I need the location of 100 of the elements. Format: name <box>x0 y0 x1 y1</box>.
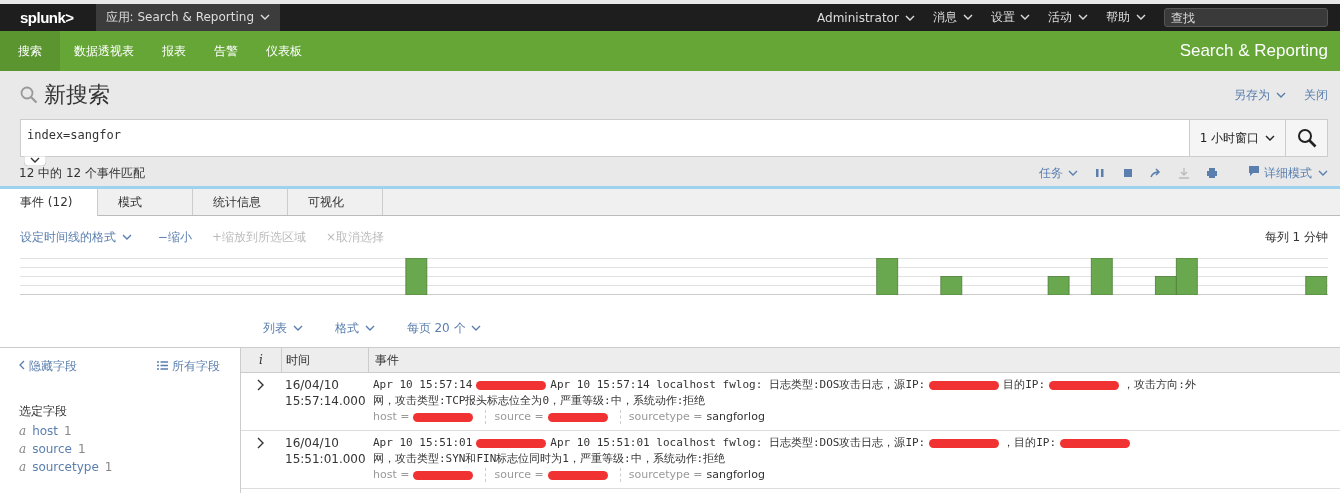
job-menu[interactable]: 任务 <box>1038 164 1079 182</box>
tab[interactable]: 事件 (12) <box>0 189 98 216</box>
search-field[interactable]: 查找 <box>1164 8 1328 27</box>
nav-item[interactable]: 数据透视表 <box>60 31 148 71</box>
field-key: source = <box>494 468 544 482</box>
timeline-scale: 每列 1 分钟 <box>1264 228 1328 246</box>
field-key: sourcetype = <box>628 468 703 482</box>
redaction-mark <box>413 470 474 480</box>
all-fields-link[interactable]: 所有字段 <box>157 358 220 375</box>
print-icon[interactable] <box>1206 167 1219 179</box>
expand-row-icon[interactable] <box>257 437 265 449</box>
event-date: 16/04/10 <box>285 377 340 393</box>
redaction-mark <box>929 380 1000 390</box>
chevron-down-icon <box>904 14 915 22</box>
field-value[interactable]: sangforlog <box>706 468 765 482</box>
timeline-histogram[interactable] <box>20 258 1328 295</box>
search-icon <box>20 86 38 104</box>
field-key: host = <box>373 410 410 424</box>
results-option-menu[interactable]: 格式 <box>334 319 375 337</box>
chevron-down-icon <box>1318 169 1328 177</box>
redaction-mark <box>476 380 547 390</box>
top-menu[interactable]: 消息 <box>932 9 973 26</box>
field-link[interactable]: sourcetype <box>32 460 99 474</box>
chevron-down-icon <box>1276 91 1286 99</box>
tab[interactable]: 统计信息 <box>193 189 288 215</box>
redaction-mark <box>413 412 474 422</box>
field-link[interactable]: host <box>32 424 59 438</box>
redaction-mark <box>1060 438 1131 448</box>
nav-item[interactable]: 告警 <box>200 31 252 71</box>
match-count: 12 中的 12 个事件匹配 <box>19 164 145 182</box>
nav-item[interactable]: 报表 <box>148 31 200 71</box>
pause-icon[interactable] <box>1094 167 1107 179</box>
event-text: 目的IP: <box>1003 378 1046 391</box>
share-icon[interactable] <box>1150 167 1163 179</box>
stop-icon[interactable] <box>1122 167 1135 179</box>
timeline-format-menu[interactable]: 设定时间线的格式 <box>20 228 132 246</box>
chevron-down-icon <box>471 324 482 332</box>
results-option-menu[interactable]: 列表 <box>263 319 303 337</box>
redaction-mark <box>476 438 547 448</box>
app-menu[interactable]: 应用: Search & Reporting <box>95 4 280 31</box>
event-text: Apr 10 15:57:14 <box>373 378 473 391</box>
column-header: 事件 <box>368 348 1340 372</box>
section-heading: 选定字段 <box>19 403 68 420</box>
chevron-left-icon <box>19 360 25 370</box>
field-link[interactable]: source <box>32 442 72 456</box>
field-count: 1 <box>104 460 113 474</box>
chevron-down-icon <box>292 324 303 332</box>
page-title: 新搜索 <box>44 81 110 109</box>
chevron-down-icon <box>259 14 270 21</box>
mode-menu[interactable]: 详细模式 <box>1248 164 1328 182</box>
tab[interactable]: 可视化 <box>288 189 383 215</box>
field-key: source = <box>494 410 544 424</box>
event-text: Apr 10 15:57:14 localhost fwlog: 日志类型:DOS攻击日志，源IP: <box>550 378 926 391</box>
redaction-mark <box>1049 380 1120 390</box>
event-text: 网，攻击类型:TCP报头标志位全为0，严重等级:中，系统动作:拒绝 <box>373 394 706 407</box>
field-count: 1 <box>78 442 86 456</box>
column-header: i <box>258 353 264 367</box>
event-text: ，攻击方向:外 <box>1123 378 1196 391</box>
tab[interactable]: 模式 <box>98 189 193 215</box>
chevron-down-icon <box>962 14 973 21</box>
chevron-down-icon <box>1068 169 1079 177</box>
field-type-glyph: a <box>19 424 27 438</box>
event-time: 15:57:14.000 <box>285 393 367 409</box>
chevron-down-icon <box>1136 14 1146 21</box>
chevron-down-icon <box>1020 14 1031 21</box>
chevron-down-icon <box>1078 14 1089 21</box>
splunk-logo[interactable]: splunk> <box>0 9 96 26</box>
chevron-down-icon <box>364 324 375 332</box>
event-text: Apr 10 15:51:01 localhost fwlog: 日志类型:DOS攻击日志，源IP: <box>550 436 926 449</box>
header-action[interactable]: 关闭 <box>1304 86 1328 104</box>
speech-bubble-icon <box>1248 164 1261 177</box>
field-value[interactable]: sangforlog <box>706 410 765 424</box>
chevron-down-icon <box>121 233 132 241</box>
redaction-mark <box>929 438 1000 448</box>
redaction-mark <box>547 470 608 480</box>
expand-row-icon[interactable] <box>257 379 265 391</box>
timeline-action[interactable]: −缩小 <box>157 228 192 246</box>
nav-item[interactable]: 仪表板 <box>252 31 316 71</box>
event-text: ，目的IP: <box>1003 436 1057 449</box>
redaction-mark <box>547 412 608 422</box>
hide-fields-link[interactable]: 隐藏字段 <box>19 358 77 375</box>
event-text: 网，攻击类型:SYN和FIN标志位同时为1，严重等级:中，系统动作:拒绝 <box>373 452 726 465</box>
header-action[interactable]: 另存为 <box>1234 86 1286 104</box>
column-header[interactable]: 时间 <box>281 348 368 372</box>
nav-item[interactable]: 搜索 <box>0 31 60 71</box>
top-menu[interactable]: 帮助 <box>1106 9 1146 26</box>
field-count: 1 <box>64 424 72 438</box>
field-key: host = <box>373 468 410 482</box>
event-time: 15:51:01.000 <box>285 451 367 467</box>
app-title: Search & Reporting <box>1179 41 1328 61</box>
field-type-glyph: a <box>19 460 27 474</box>
event-text: Apr 10 15:51:01 <box>373 436 473 449</box>
top-menu[interactable]: Administrator <box>817 10 915 25</box>
results-option-menu[interactable]: 每页 20 个 <box>406 319 482 337</box>
top-menu[interactable]: 活动 <box>1048 9 1089 26</box>
expand-toggle-icon[interactable] <box>24 156 46 166</box>
list-icon <box>157 361 169 370</box>
field-type-glyph: a <box>19 442 27 456</box>
event-date: 16/04/10 <box>285 435 340 451</box>
top-menu[interactable]: 设置 <box>990 9 1031 26</box>
